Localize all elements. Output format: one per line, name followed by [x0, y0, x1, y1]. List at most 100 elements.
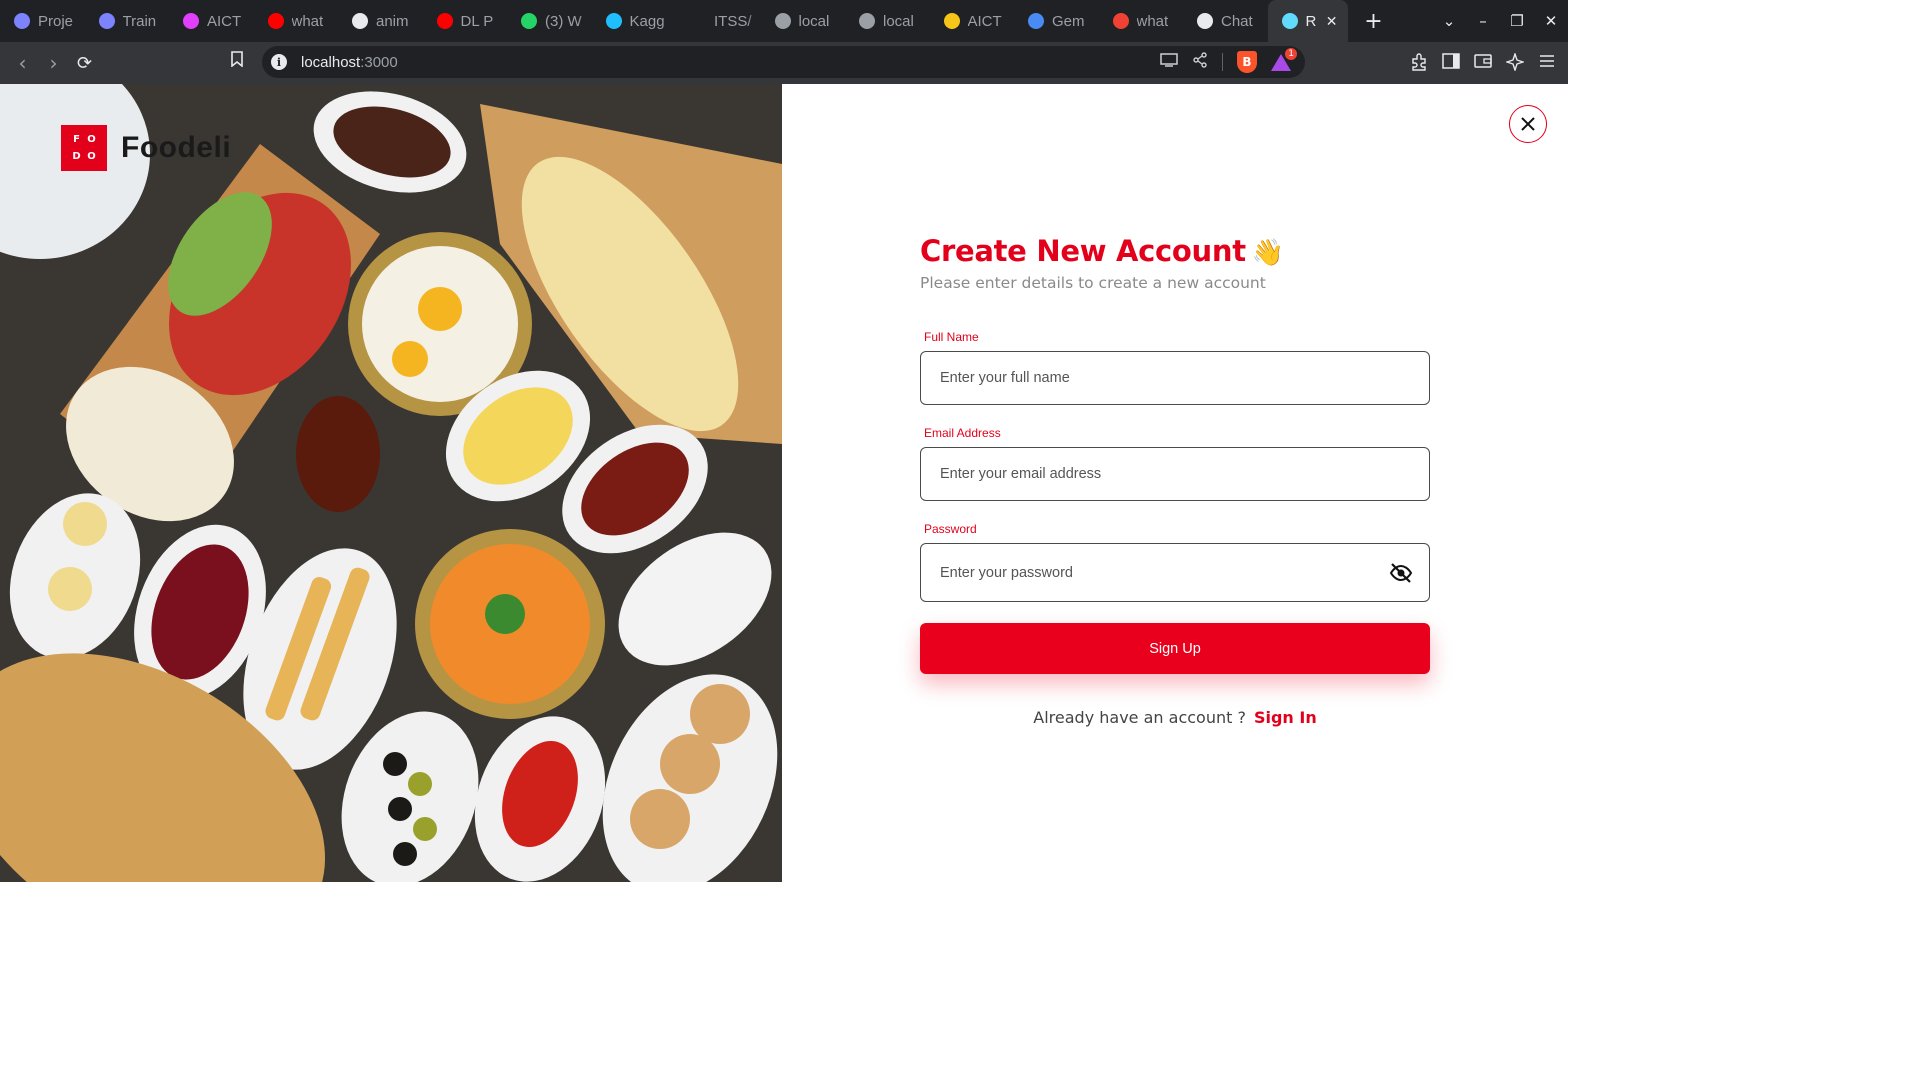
- wave-emoji-icon: 👋: [1251, 238, 1284, 268]
- minimize-icon[interactable]: –: [1466, 12, 1500, 30]
- sign-up-button[interactable]: Sign Up: [920, 623, 1430, 674]
- window-close-icon[interactable]: ✕: [1534, 12, 1568, 30]
- browser-tab[interactable]: AICT: [169, 0, 254, 42]
- email-label: Email Address: [924, 426, 1001, 440]
- browser-tab-label: local: [798, 12, 830, 30]
- back-icon[interactable]: ‹: [7, 51, 38, 75]
- logo-letter: D: [72, 151, 81, 162]
- react-icon: [859, 13, 875, 29]
- browser-toolbar: ‹ › ⟳ i localhost:3000 B 1: [0, 42, 1568, 84]
- browser-tab[interactable]: AICT: [930, 0, 1015, 42]
- openai-icon: [1197, 13, 1213, 29]
- browser-tab-label: Train: [122, 12, 157, 30]
- browser-tab[interactable]: ITSS/: [676, 0, 761, 42]
- reload-icon[interactable]: ⟳: [69, 53, 100, 74]
- globe-icon: [774, 13, 791, 29]
- browser-tab-label: (3) W: [545, 12, 582, 30]
- url-port: :3000: [360, 53, 398, 71]
- wallet-icon[interactable]: [1474, 53, 1492, 75]
- logo-letter: F: [73, 134, 80, 145]
- full-name-field-wrapper: [920, 351, 1430, 405]
- browser-tab-label: ITSS/: [714, 12, 752, 30]
- browser-tab[interactable]: Train: [85, 0, 170, 42]
- tab-close-icon[interactable]: ✕: [1326, 13, 1338, 30]
- browser-tab-strip: Proje Train AICT what anim DL P (3) W Kagg ITSS/…: [0, 0, 1568, 42]
- brand-logo[interactable]: F O D O Foodeli: [61, 125, 231, 171]
- browser-tab-label: AICT: [207, 12, 242, 30]
- brave-shields-icon[interactable]: B: [1237, 51, 1257, 73]
- browser-tab[interactable]: (3) W: [507, 0, 592, 42]
- tab-search-icon[interactable]: ⌄: [1432, 12, 1466, 30]
- address-bar[interactable]: i localhost:3000 B 1: [262, 46, 1305, 78]
- bookmark-icon[interactable]: [230, 51, 244, 71]
- browser-tab-label: Proje: [38, 12, 74, 30]
- food-spread-illustration: [0, 84, 782, 882]
- site-info-icon[interactable]: i: [271, 54, 287, 70]
- browser-tab-label: what: [1136, 12, 1169, 30]
- forward-icon[interactable]: ›: [38, 51, 69, 75]
- github-icon: [352, 13, 368, 29]
- browser-tab-label: AICT: [967, 12, 1002, 30]
- sidebar-icon[interactable]: [1442, 53, 1460, 75]
- play-arrow-icon: [183, 13, 199, 29]
- browser-tab[interactable]: Chat: [1183, 0, 1268, 42]
- window-controls: ⌄ – ❐ ✕: [1432, 0, 1568, 42]
- browser-tab[interactable]: local: [761, 0, 846, 42]
- password-field-wrapper: [920, 543, 1430, 602]
- email-input[interactable]: [921, 448, 1429, 500]
- page: F O D O Foodeli Create New Account 👋 Plea…: [0, 84, 1568, 882]
- tab-list: Proje Train AICT what anim DL P (3) W Kagg ITSS/…: [0, 0, 1348, 42]
- brand-name: Foodeli: [121, 131, 232, 164]
- brave-rewards-icon[interactable]: 1: [1271, 48, 1297, 72]
- browser-tab[interactable]: Kagg: [592, 0, 677, 42]
- leo-ai-icon[interactable]: [1504, 51, 1526, 75]
- browser-tab-label: anim: [376, 12, 409, 30]
- sign-in-prompt-text: Already have an account ?: [1033, 708, 1246, 727]
- logo-letter: O: [87, 134, 96, 145]
- full-name-input[interactable]: [921, 352, 1429, 404]
- youtube-icon: [267, 13, 284, 29]
- cast-icon[interactable]: [1160, 53, 1178, 71]
- github-icon: [690, 13, 706, 29]
- browser-tab[interactable]: local: [845, 0, 930, 42]
- sign-in-link[interactable]: Sign In: [1254, 708, 1317, 727]
- browser-tab[interactable]: R ✕: [1267, 0, 1348, 42]
- signup-form: Create New Account 👋 Please enter details…: [920, 234, 1430, 727]
- browser-tab-label: Chat: [1221, 12, 1253, 30]
- rewards-badge: 1: [1285, 48, 1297, 60]
- browser-tab[interactable]: what: [254, 0, 339, 42]
- browser-tab[interactable]: what: [1099, 0, 1184, 42]
- address-bar-actions: B 1: [1160, 48, 1297, 73]
- food-hero-image: F O D O Foodeli: [0, 84, 782, 882]
- logo-mark: F O D O: [61, 125, 107, 171]
- close-button[interactable]: [1509, 105, 1547, 143]
- youtube-icon: [436, 13, 453, 29]
- restore-icon[interactable]: ❐: [1500, 12, 1534, 30]
- password-input[interactable]: [921, 544, 1429, 601]
- toolbar-divider: [1222, 53, 1223, 71]
- title-text: Create New Account: [920, 234, 1246, 268]
- close-icon: [1521, 117, 1535, 131]
- url-text: localhost:3000: [301, 54, 398, 71]
- stack-icon: [14, 13, 30, 29]
- url-host: localhost: [301, 53, 361, 71]
- browser-tab[interactable]: anim: [338, 0, 423, 42]
- new-tab-button[interactable]: +: [1362, 9, 1386, 34]
- extensions-icon[interactable]: [1410, 53, 1428, 75]
- share-icon[interactable]: [1192, 52, 1208, 72]
- toolbar-right-actions: [1410, 51, 1556, 75]
- gemini-icon: [1028, 13, 1044, 29]
- sign-in-prompt: Already have an account ? Sign In: [920, 708, 1430, 727]
- toggle-password-visibility-icon[interactable]: [1389, 562, 1413, 584]
- browser-tab-label: DL P: [460, 12, 494, 30]
- full-name-label: Full Name: [924, 330, 979, 344]
- menu-icon[interactable]: [1538, 53, 1556, 75]
- page-title: Create New Account 👋: [920, 234, 1430, 270]
- logo-letter: O: [87, 151, 96, 162]
- browser-tab-label: local: [883, 12, 914, 30]
- browser-tab-label: Gem: [1052, 12, 1085, 30]
- browser-tab[interactable]: Proje: [0, 0, 85, 42]
- browser-tab[interactable]: DL P: [423, 0, 508, 42]
- browser-tab[interactable]: Gem: [1014, 0, 1099, 42]
- page-subtitle: Please enter details to create a new acc…: [920, 274, 1266, 292]
